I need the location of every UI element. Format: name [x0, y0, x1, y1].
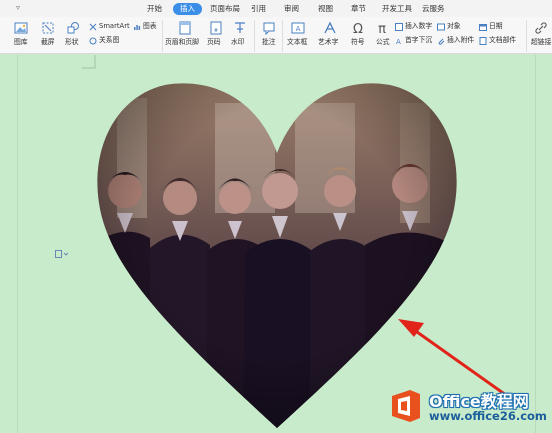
- attachment-label: 插入附件: [447, 36, 475, 44]
- page-right-edge: [535, 55, 536, 433]
- object-label: 对象: [447, 22, 461, 30]
- header-footer-icon: [179, 21, 191, 35]
- doc-parts-icon: [479, 37, 487, 45]
- ribbon-tab-bar: ▿ 开始 插入 页面布局 引用 审阅 视图 章节 开发工具 云服务: [0, 0, 552, 17]
- object-icon: [437, 23, 445, 31]
- formula-label: 公式: [376, 38, 390, 46]
- page-number-icon: #: [210, 21, 222, 35]
- ribbon-toolbar: 图库 截屏 形状 SmartArt 图表 关系图 页眉和页脚 # 页码 水印 批…: [0, 17, 552, 54]
- insert-number-label: 插入数字: [405, 22, 433, 30]
- ribbon-separator: [282, 20, 283, 52]
- symbol-label: 符号: [351, 38, 365, 46]
- hyperlink-label: 超链接: [531, 38, 552, 46]
- header-footer-label: 页眉和页脚: [165, 38, 199, 46]
- watermark-icon: [235, 22, 245, 33]
- insert-number-icon: [395, 23, 403, 31]
- paragraph-layout-icon[interactable]: [55, 243, 71, 262]
- margin-corner-mark: [82, 55, 96, 69]
- textbox-icon: A: [291, 22, 305, 34]
- hyperlink-icon: [535, 22, 547, 34]
- textbox-label: 文本框: [287, 38, 308, 46]
- tab-home[interactable]: 开始: [147, 3, 162, 15]
- pi-formula-icon: π: [378, 22, 386, 35]
- tab-insert[interactable]: 插入: [173, 3, 202, 15]
- svg-text:A: A: [296, 25, 301, 33]
- tab-review[interactable]: 审阅: [284, 3, 299, 15]
- tab-developer[interactable]: 开发工具: [382, 3, 412, 15]
- quick-access-dropdown-icon[interactable]: ▿: [16, 3, 26, 13]
- page-number-label: 页码: [207, 38, 221, 46]
- smartart-label: SmartArt: [99, 22, 130, 30]
- tab-chapter[interactable]: 章节: [351, 3, 366, 15]
- picture-label: 图库: [14, 38, 28, 46]
- site-watermark: Office教程网 www.office26.com: [384, 386, 552, 430]
- svg-text:A: A: [396, 38, 401, 45]
- wordart-icon: [324, 21, 336, 34]
- screenshot-icon: [42, 22, 54, 34]
- wordart-label: 艺术字: [318, 38, 339, 46]
- smartart-icon: [89, 23, 97, 31]
- watermark-url: www.office26.com: [429, 409, 547, 423]
- svg-text:π: π: [378, 22, 386, 35]
- picture-icon: [14, 22, 28, 34]
- svg-text:Ω: Ω: [353, 22, 363, 35]
- shape-icon: [67, 22, 79, 34]
- screenshot-label: 截屏: [41, 38, 55, 46]
- tab-page-layout[interactable]: 页面布局: [210, 3, 240, 15]
- comment-label: 批注: [262, 38, 276, 46]
- page-left-edge: [17, 55, 18, 433]
- chart-icon: [134, 25, 141, 30]
- shape-label: 形状: [65, 38, 79, 46]
- omega-symbol-icon: Ω: [353, 22, 363, 35]
- comment-icon: [263, 22, 275, 35]
- doc-parts-label: 文档部件: [489, 36, 517, 44]
- document-canvas[interactable]: [0, 55, 552, 433]
- svg-text:#: #: [214, 28, 218, 34]
- ribbon-separator: [526, 20, 527, 52]
- tab-references[interactable]: 引用: [251, 3, 266, 15]
- chart-label: 图表: [143, 22, 157, 30]
- relationship-icon: [89, 37, 97, 45]
- office-logo-icon: [392, 390, 420, 422]
- calendar-icon: [479, 24, 487, 31]
- dropcap-icon: A: [396, 38, 401, 45]
- ribbon-separator: [162, 20, 163, 52]
- tab-cloud[interactable]: 云服务: [422, 3, 445, 15]
- relationship-label: 关系图: [99, 36, 120, 44]
- dropcap-label: 首字下沉: [405, 36, 433, 44]
- paperclip-icon: [438, 38, 445, 45]
- date-label: 日期: [489, 22, 503, 30]
- tab-view[interactable]: 视图: [318, 3, 333, 15]
- watermark-label: 水印: [231, 38, 245, 46]
- ribbon-separator: [254, 20, 255, 52]
